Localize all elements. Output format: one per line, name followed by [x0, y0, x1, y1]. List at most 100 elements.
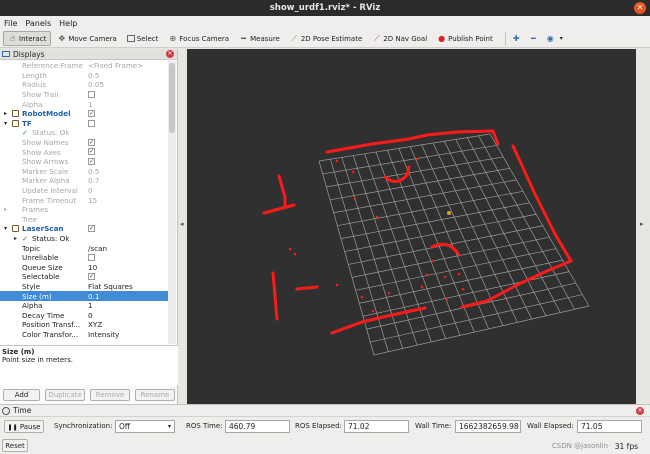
duplicate-button[interactable]: Duplicate: [45, 389, 85, 401]
menu-panels[interactable]: Panels: [25, 19, 51, 28]
close-icon[interactable]: ✕: [636, 407, 644, 415]
ros-time-field[interactable]: 460.79: [225, 420, 290, 433]
interact-tool-button[interactable]: ☝ Interact: [3, 31, 52, 46]
property-row[interactable]: Radius 0.05: [0, 80, 168, 90]
focus-camera-tool-button[interactable]: ⊕ Focus Camera: [164, 31, 233, 46]
property-value[interactable]: 0.5: [88, 167, 99, 176]
property-checkbox[interactable]: ✓: [88, 157, 95, 165]
property-value[interactable]: 0.1: [88, 292, 99, 301]
render-viewport[interactable]: [187, 49, 636, 404]
reset-button[interactable]: Reset: [2, 439, 28, 452]
property-row[interactable]: Frame Timeout 15: [0, 195, 168, 205]
add-button[interactable]: Add: [3, 389, 40, 401]
property-row[interactable]: Queue Size 10: [0, 262, 168, 272]
remove-button[interactable]: Remove: [90, 389, 130, 401]
property-checkbox[interactable]: ✓: [88, 109, 95, 117]
collapse-left-arrow-icon[interactable]: ◂: [180, 220, 184, 228]
property-row[interactable]: Show Axes ✓: [0, 147, 168, 157]
chevron-right-icon[interactable]: ▸: [4, 206, 7, 213]
property-row[interactable]: Style Flat Squares: [0, 282, 168, 292]
property-value[interactable]: 0.5: [88, 71, 99, 80]
property-value[interactable]: /scan: [88, 244, 107, 253]
menu-file[interactable]: File: [4, 19, 17, 28]
publish-point-tool-button[interactable]: ● Publish Point: [433, 31, 497, 46]
property-value[interactable]: 10: [88, 263, 97, 272]
camera-view-icon[interactable]: ◉: [546, 34, 555, 43]
measure-icon: ━: [241, 34, 246, 43]
nav-goal-tool-button[interactable]: ⟋ 2D Nav Goal: [368, 31, 431, 46]
property-row[interactable]: Decay Time 0: [0, 310, 168, 320]
chevron-right-icon[interactable]: ▸: [4, 110, 7, 117]
property-value[interactable]: 1: [88, 301, 93, 310]
property-checkbox[interactable]: [88, 119, 95, 127]
chevron-right-icon[interactable]: ▸: [14, 235, 17, 242]
scan-point: [335, 159, 339, 163]
property-row[interactable]: ▾ TF: [0, 119, 168, 129]
property-value[interactable]: 15: [88, 196, 97, 205]
wall-elapsed-label: Wall Elapsed:: [527, 422, 574, 430]
rename-button[interactable]: Rename: [135, 389, 175, 401]
property-checkbox[interactable]: [88, 253, 95, 261]
property-value[interactable]: 0: [88, 186, 93, 195]
select-tool-button[interactable]: Select: [123, 31, 163, 46]
chevron-down-icon[interactable]: ▾: [4, 225, 7, 232]
window-close-button[interactable]: ✕: [634, 2, 646, 14]
property-value[interactable]: 0: [88, 311, 93, 320]
scrollbar-thumb[interactable]: [169, 63, 175, 133]
property-row[interactable]: ✓ Status: Ok: [0, 128, 168, 138]
displays-tree[interactable]: Reference Frame <Fixed Frame> Length 0.5 Rad…: [0, 61, 168, 344]
property-checkbox[interactable]: ✓: [88, 273, 95, 281]
scan-point: [360, 295, 364, 299]
move-camera-tool-button[interactable]: ✥ Move Camera: [53, 31, 120, 46]
property-checkbox[interactable]: ✓: [88, 138, 95, 146]
property-value[interactable]: <Fixed Frame>: [88, 61, 143, 70]
property-row[interactable]: ▾ LaserScan ✓: [0, 224, 168, 234]
property-row[interactable]: ▸ Frames: [0, 205, 168, 215]
property-row[interactable]: Marker Alpha 0.7: [0, 176, 168, 186]
property-row[interactable]: Reference Frame <Fixed Frame>: [0, 61, 168, 71]
property-row[interactable]: Alpha 1: [0, 99, 168, 109]
property-value[interactable]: Intensity: [88, 330, 119, 339]
property-value[interactable]: 1: [88, 100, 93, 109]
property-row[interactable]: Update Interval 0: [0, 186, 168, 196]
property-row[interactable]: Size (m) 0.1: [0, 291, 168, 301]
property-value[interactable]: XYZ: [88, 320, 102, 329]
property-value[interactable]: Flat Squares: [88, 282, 133, 291]
wall-elapsed-field[interactable]: 71.05: [577, 420, 642, 433]
property-row[interactable]: Unreliable: [0, 253, 168, 263]
property-row[interactable]: Length 0.5: [0, 71, 168, 81]
menu-help[interactable]: Help: [59, 19, 77, 28]
measure-tool-button[interactable]: ━ Measure: [235, 31, 284, 46]
watermark-text: CSDN @jasonlin: [551, 442, 608, 450]
property-row[interactable]: Show Arrows ✓: [0, 157, 168, 167]
minus-icon[interactable]: ━: [529, 34, 538, 43]
sync-select[interactable]: Off ▾: [115, 420, 175, 433]
property-checkbox[interactable]: ✓: [88, 148, 95, 156]
property-key: RobotModel: [22, 109, 71, 119]
plus-icon[interactable]: ✚: [512, 34, 521, 43]
chevron-down-icon[interactable]: ▾: [557, 34, 566, 43]
pause-button[interactable]: ❚❚ Pause: [4, 420, 44, 433]
property-row[interactable]: Topic/scan: [0, 243, 168, 253]
property-row[interactable]: Color Transfor... Intensity: [0, 330, 168, 340]
property-row[interactable]: ▸ ✓ Status: Ok: [0, 234, 168, 244]
property-row[interactable]: Tree: [0, 215, 168, 225]
property-checkbox[interactable]: [88, 90, 95, 98]
pose-estimate-tool-button[interactable]: ⟋ 2D Pose Estimate: [286, 31, 366, 46]
property-row[interactable]: ▸ RobotModel ✓: [0, 109, 168, 119]
collapse-right-arrow-icon[interactable]: ▸: [640, 220, 644, 228]
close-icon[interactable]: ✕: [166, 50, 174, 58]
property-row[interactable]: Alpha 1: [0, 301, 168, 311]
property-value[interactable]: 0.05: [88, 80, 104, 89]
property-checkbox[interactable]: ✓: [88, 225, 95, 233]
property-row[interactable]: Show Names ✓: [0, 138, 168, 148]
displays-scrollbar[interactable]: [168, 61, 176, 344]
property-value[interactable]: 0.7: [88, 176, 99, 185]
property-row[interactable]: Position Transf... XYZ: [0, 320, 168, 330]
property-row[interactable]: Show Trail: [0, 90, 168, 100]
property-row[interactable]: Marker Scale 0.5: [0, 167, 168, 177]
wall-time-field[interactable]: 1662382659.98: [455, 420, 521, 433]
ros-elapsed-field[interactable]: 71.02: [344, 420, 409, 433]
property-row[interactable]: Selectable ✓: [0, 272, 168, 282]
chevron-down-icon[interactable]: ▾: [4, 120, 7, 127]
